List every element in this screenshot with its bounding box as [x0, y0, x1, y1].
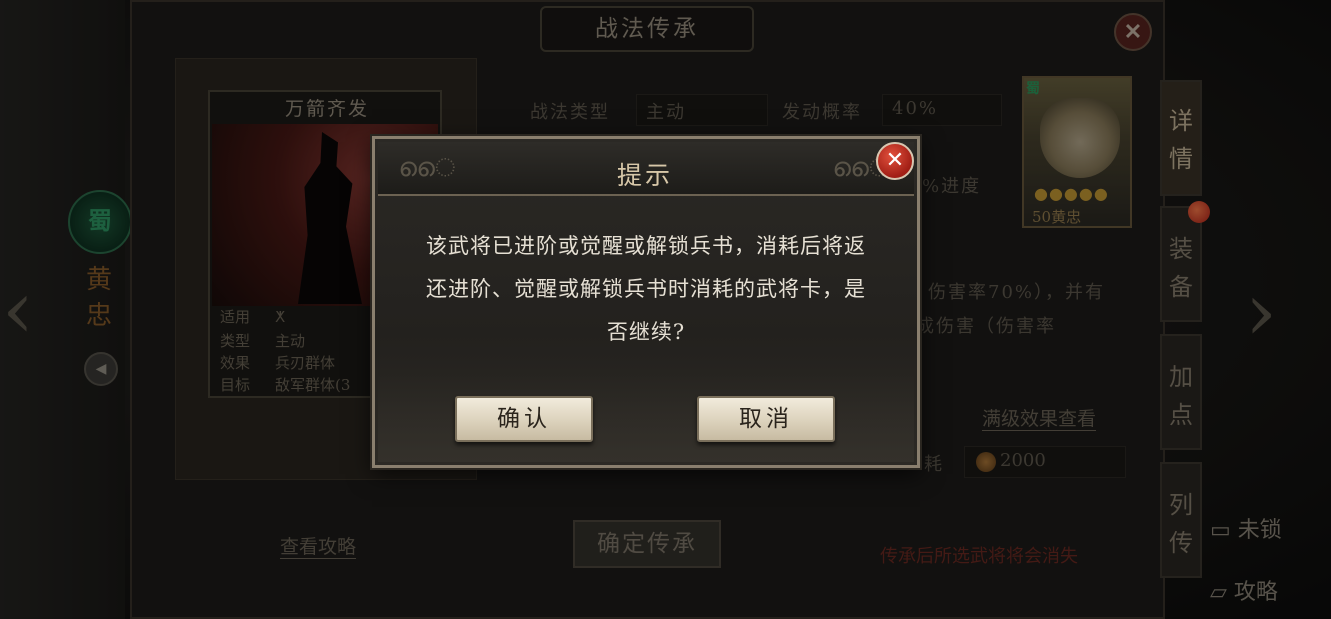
dialog-message-line: 还进阶、觉醒或解锁兵书时消耗的武将卡，是	[426, 277, 866, 301]
dialog-message: 该武将已进阶或觉醒或解锁兵书，消耗后将返 还进阶、觉醒或解锁兵书时消耗的武将卡，…	[396, 225, 896, 354]
confirm-button[interactable]: 确认	[455, 396, 593, 442]
dialog-message-line: 否继续?	[606, 320, 686, 344]
dialog-message-line: 该武将已进阶或觉醒或解锁兵书，消耗后将返	[426, 234, 866, 258]
dialog-close-button[interactable]: ✕	[876, 142, 914, 180]
cancel-button[interactable]: 取消	[697, 396, 835, 442]
dialog-title: 提示	[616, 161, 673, 190]
cloud-ornament-icon: ൈ	[398, 153, 456, 183]
